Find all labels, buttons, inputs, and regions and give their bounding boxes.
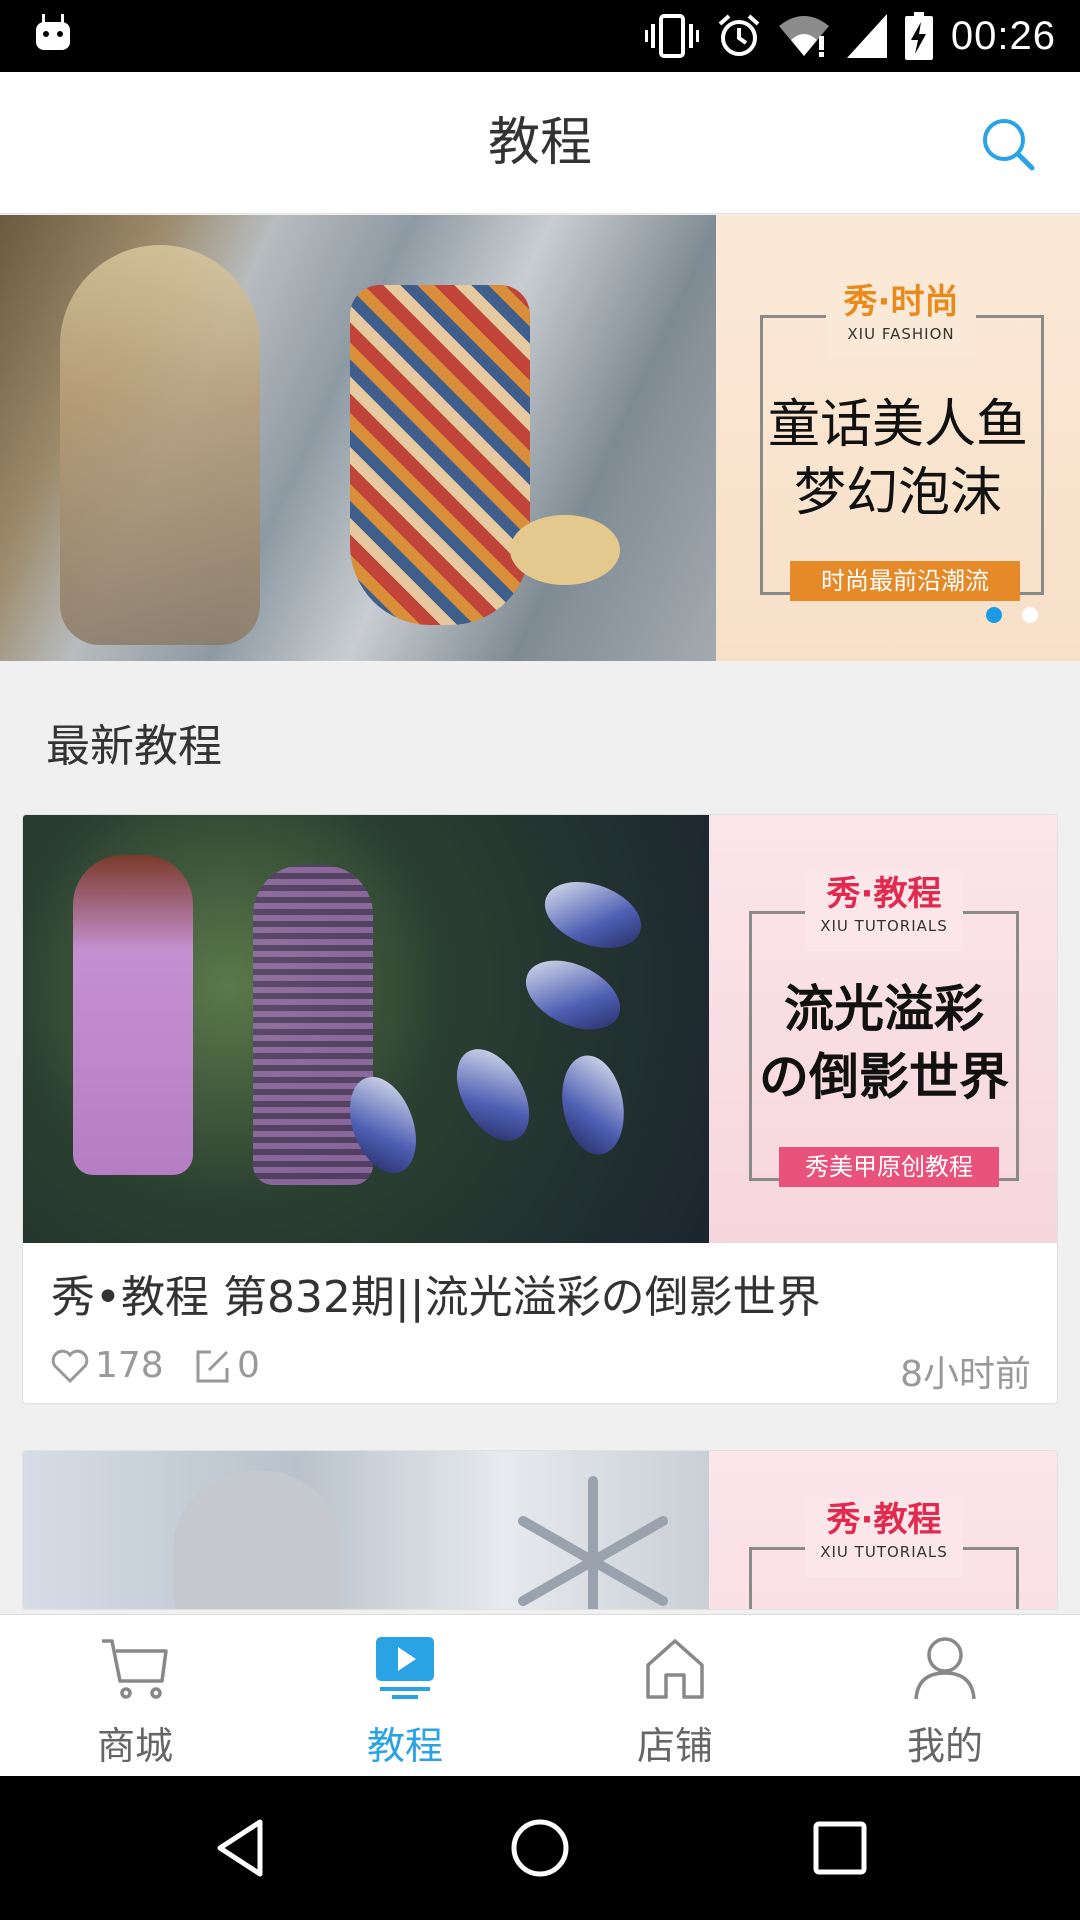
tutorial-photo bbox=[23, 1451, 709, 1609]
banner-text-panel: 秀·时尚 XIU FASHION 童话美人鱼 梦幻泡沫 时尚最前沿潮流 bbox=[716, 215, 1080, 661]
tutorial-text-panel: 秀·教程 XIU TUTORIALS bbox=[709, 1451, 1057, 1609]
heart-icon bbox=[51, 1349, 89, 1383]
home-circle-icon[interactable] bbox=[508, 1816, 572, 1880]
nav-label: 店铺 bbox=[636, 1724, 713, 1768]
banner-headline: 童话美人鱼 梦幻泡沫 bbox=[716, 391, 1080, 527]
nail-art-image bbox=[535, 869, 651, 961]
nav-item-me[interactable]: 我的 bbox=[810, 1615, 1080, 1777]
vibrate-icon bbox=[644, 14, 699, 58]
page-title: 教程 bbox=[487, 113, 592, 173]
search-icon[interactable] bbox=[980, 116, 1036, 172]
signal-icon bbox=[846, 14, 887, 58]
banner-hat-image bbox=[510, 515, 620, 585]
nail-art-image bbox=[515, 946, 631, 1044]
like-count-value: 178 bbox=[95, 1345, 164, 1386]
nav-item-store[interactable]: 店铺 bbox=[540, 1615, 810, 1777]
alarm-icon bbox=[718, 14, 760, 56]
banner-tag: 秀·时尚 XIU FASHION bbox=[826, 279, 976, 359]
tutorial-ribbon: 秀美甲原创教程 bbox=[779, 1147, 999, 1187]
recents-icon[interactable] bbox=[808, 1816, 872, 1880]
wifi-icon bbox=[778, 16, 829, 57]
tutorial-headline-line1: 流光溢彩 bbox=[784, 980, 984, 1038]
tutorial-card[interactable]: 秀·教程 XIU TUTORIALS bbox=[22, 1450, 1058, 1610]
nav-item-tutorial[interactable]: 教程 bbox=[270, 1615, 540, 1777]
tutorial-card-image: 秀·教程 XIU TUTORIALS 流光溢彩 の倒影世界 秀美甲原创教程 bbox=[23, 815, 1057, 1243]
comment-edit-icon bbox=[196, 1350, 229, 1382]
tutorial-headline-line2: の倒影世界 bbox=[759, 1048, 1009, 1106]
section-title: 最新教程 bbox=[46, 721, 222, 772]
snowflake-image bbox=[518, 1476, 668, 1609]
tutorial-photo bbox=[23, 815, 709, 1243]
carousel-dot[interactable] bbox=[1022, 607, 1038, 623]
carousel-indicator bbox=[986, 607, 1038, 623]
nav-label: 商城 bbox=[96, 1724, 173, 1768]
play-screen-icon bbox=[376, 1637, 434, 1699]
tutorial-tag-en: XIU TUTORIALS bbox=[820, 1543, 948, 1561]
post-time: 8小时前 bbox=[900, 1354, 1031, 1395]
tutorial-card[interactable]: 秀·教程 XIU TUTORIALS 流光溢彩 の倒影世界 秀美甲原创教程 秀•… bbox=[22, 814, 1058, 1404]
comment-count[interactable]: 0 bbox=[195, 1345, 260, 1386]
tutorial-meta: 178 0 8小时前 bbox=[51, 1345, 1031, 1395]
status-bar: 00:26 bbox=[0, 0, 1080, 72]
carousel-dot-active[interactable] bbox=[986, 607, 1002, 623]
app-bar: 教程 bbox=[0, 72, 1080, 214]
banner-ribbon: 时尚最前沿潮流 bbox=[790, 561, 1020, 601]
banner-tag-cn: 秀·时尚 bbox=[843, 282, 959, 322]
comment-count-value: 0 bbox=[237, 1345, 260, 1386]
banner-photo bbox=[0, 215, 716, 661]
banner-carousel[interactable]: 秀·时尚 XIU FASHION 童话美人鱼 梦幻泡沫 时尚最前沿潮流 bbox=[0, 215, 1080, 661]
tutorial-tag: 秀·教程 XIU TUTORIALS bbox=[805, 871, 963, 951]
back-icon[interactable] bbox=[210, 1816, 274, 1880]
cart-icon bbox=[102, 1639, 168, 1699]
system-nav-bar bbox=[0, 1776, 1080, 1920]
banner-headline-line1: 童话美人鱼 bbox=[767, 395, 1028, 455]
tutorial-title[interactable]: 秀•教程 第832期||流光溢彩の倒影世界 bbox=[51, 1261, 821, 1325]
nail-art-image bbox=[554, 1050, 632, 1160]
nav-label: 我的 bbox=[906, 1724, 983, 1768]
user-icon bbox=[914, 1637, 976, 1700]
tutorial-card-image: 秀·教程 XIU TUTORIALS bbox=[23, 1451, 1057, 1609]
android-debug-icon bbox=[36, 14, 70, 50]
banner-model-figure bbox=[60, 245, 260, 645]
nav-label: 教程 bbox=[366, 1724, 443, 1768]
nav-item-mall[interactable]: 商城 bbox=[0, 1615, 270, 1777]
battery-charging-icon bbox=[904, 12, 933, 60]
tutorial-headline: 流光溢彩 の倒影世界 bbox=[709, 975, 1057, 1111]
bottom-nav: 商城 教程 店铺 我的 bbox=[0, 1614, 1080, 1776]
model-figure bbox=[73, 855, 193, 1175]
tutorial-tag-en: XIU TUTORIALS bbox=[820, 917, 948, 935]
tutorial-tag: 秀·教程 XIU TUTORIALS bbox=[805, 1497, 963, 1577]
clock: 00:26 bbox=[950, 13, 1056, 58]
banner-tag-en: XIU FASHION bbox=[847, 325, 955, 343]
like-count[interactable]: 178 bbox=[51, 1345, 164, 1386]
banner-headline-line2: 梦幻泡沫 bbox=[793, 463, 1002, 523]
tutorial-tag-cn: 秀·教程 bbox=[826, 874, 942, 914]
banner-dress-image bbox=[350, 285, 530, 625]
tutorial-tag-cn: 秀·教程 bbox=[826, 1500, 942, 1540]
nail-art-image bbox=[442, 1036, 544, 1154]
home-icon bbox=[646, 1639, 704, 1699]
tutorial-text-panel: 秀·教程 XIU TUTORIALS 流光溢彩 の倒影世界 秀美甲原创教程 bbox=[709, 815, 1057, 1243]
model-face-image bbox=[173, 1471, 343, 1609]
